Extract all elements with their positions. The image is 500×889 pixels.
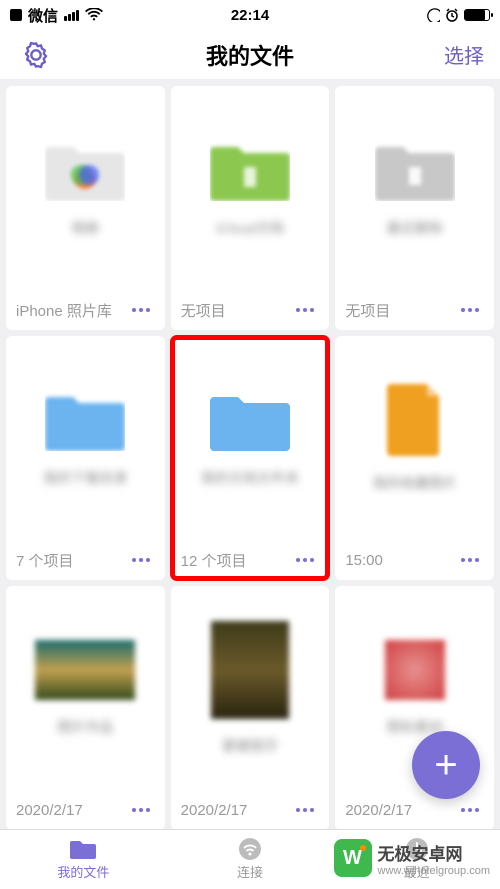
- file-item-footer: 15:00: [345, 552, 383, 569]
- moon-icon: [426, 8, 440, 22]
- more-button[interactable]: [127, 550, 155, 570]
- tab-label: 我的文件: [57, 862, 109, 881]
- more-button[interactable]: [291, 800, 319, 820]
- wifi-icon: [85, 8, 103, 22]
- signal-icon: [64, 10, 79, 21]
- file-grid: 相册 iPhone 照片库 iCloud文档 无项目 最近删除 无项目 我的下载…: [0, 80, 500, 836]
- more-button[interactable]: [127, 800, 155, 820]
- watermark-url: www.wjhotelgroup.com: [378, 865, 491, 877]
- nav-bar: 我的文件 选择: [0, 30, 500, 80]
- file-item-trash[interactable]: 最近删除 无项目: [335, 86, 494, 330]
- back-to-app-icon[interactable]: [10, 9, 22, 21]
- more-button[interactable]: [127, 300, 155, 320]
- gallery-folder-icon: [45, 139, 125, 201]
- folder-icon: [70, 839, 96, 859]
- watermark-logo-icon: W: [334, 839, 372, 877]
- more-button[interactable]: [456, 800, 484, 820]
- select-button[interactable]: 选择: [444, 40, 484, 69]
- file-item-name: 相册: [71, 219, 99, 237]
- file-item-footer: 2020/2/17: [345, 802, 412, 819]
- image-thumbnail: [385, 640, 445, 700]
- blue-folder-icon: [210, 389, 290, 451]
- page-title: 我的文件: [206, 39, 294, 71]
- file-item-icloud[interactable]: iCloud文档 无项目: [171, 86, 330, 330]
- file-item-folder-1[interactable]: 我的下载目录 7 个项目: [6, 336, 165, 580]
- file-item-footer: 12 个项目: [181, 550, 247, 571]
- file-item-footer: iPhone 照片库: [16, 300, 112, 321]
- file-item-footer: 无项目: [345, 300, 390, 321]
- file-item-folder-highlighted[interactable]: 我的文档文件夹 12 个项目: [171, 336, 330, 580]
- file-item-name: iCloud文档: [216, 219, 284, 237]
- status-left: 微信: [10, 5, 103, 26]
- green-folder-icon: [210, 139, 290, 201]
- watermark: W 无极安卓网 www.wjhotelgroup.com: [334, 839, 491, 877]
- file-item-image-3[interactable]: 图标素材 2020/2/17: [335, 586, 494, 830]
- status-time: 22:14: [231, 7, 269, 24]
- file-item-footer: 7 个项目: [16, 550, 74, 571]
- tab-my-files[interactable]: 我的文件: [0, 830, 167, 889]
- more-button[interactable]: [291, 550, 319, 570]
- file-item-name: 蒙娜丽莎: [222, 737, 278, 755]
- image-thumbnail: [35, 640, 135, 700]
- file-item-footer: 2020/2/17: [181, 802, 248, 819]
- status-right: [426, 8, 490, 22]
- status-bar: 微信 22:14: [0, 0, 500, 30]
- tab-label: 连接: [237, 862, 263, 881]
- file-item-orange-file[interactable]: 我的收藏图片 15:00: [335, 336, 494, 580]
- file-item-footer: 无项目: [181, 300, 226, 321]
- wifi-circle-icon: [238, 837, 262, 861]
- more-button[interactable]: [291, 300, 319, 320]
- file-item-image-1[interactable]: 图片作品 2020/2/17: [6, 586, 165, 830]
- orange-file-icon: [387, 384, 443, 456]
- file-item-name: 我的收藏图片: [373, 474, 457, 492]
- file-item-image-2[interactable]: 蒙娜丽莎 2020/2/17: [171, 586, 330, 830]
- plus-icon: +: [434, 745, 457, 785]
- file-item-name: 我的下载目录: [43, 469, 127, 487]
- add-button[interactable]: +: [412, 731, 480, 799]
- status-app-name: 微信: [28, 5, 58, 26]
- watermark-text: 无极安卓网: [378, 840, 491, 865]
- tab-connect[interactable]: 连接: [167, 830, 334, 889]
- file-item-name: 图片作品: [57, 718, 113, 736]
- more-button[interactable]: [456, 300, 484, 320]
- file-item-photo-library[interactable]: 相册 iPhone 照片库: [6, 86, 165, 330]
- gear-icon[interactable]: [22, 41, 50, 69]
- image-thumbnail: [211, 621, 289, 719]
- file-item-footer: 2020/2/17: [16, 802, 83, 819]
- alarm-icon: [445, 8, 459, 22]
- blue-folder-icon: [45, 389, 125, 451]
- gray-folder-icon: [375, 139, 455, 201]
- more-button[interactable]: [456, 550, 484, 570]
- file-item-name: 我的文档文件夹: [201, 469, 299, 487]
- file-item-name: 最近删除: [387, 219, 443, 237]
- battery-icon: [464, 9, 490, 21]
